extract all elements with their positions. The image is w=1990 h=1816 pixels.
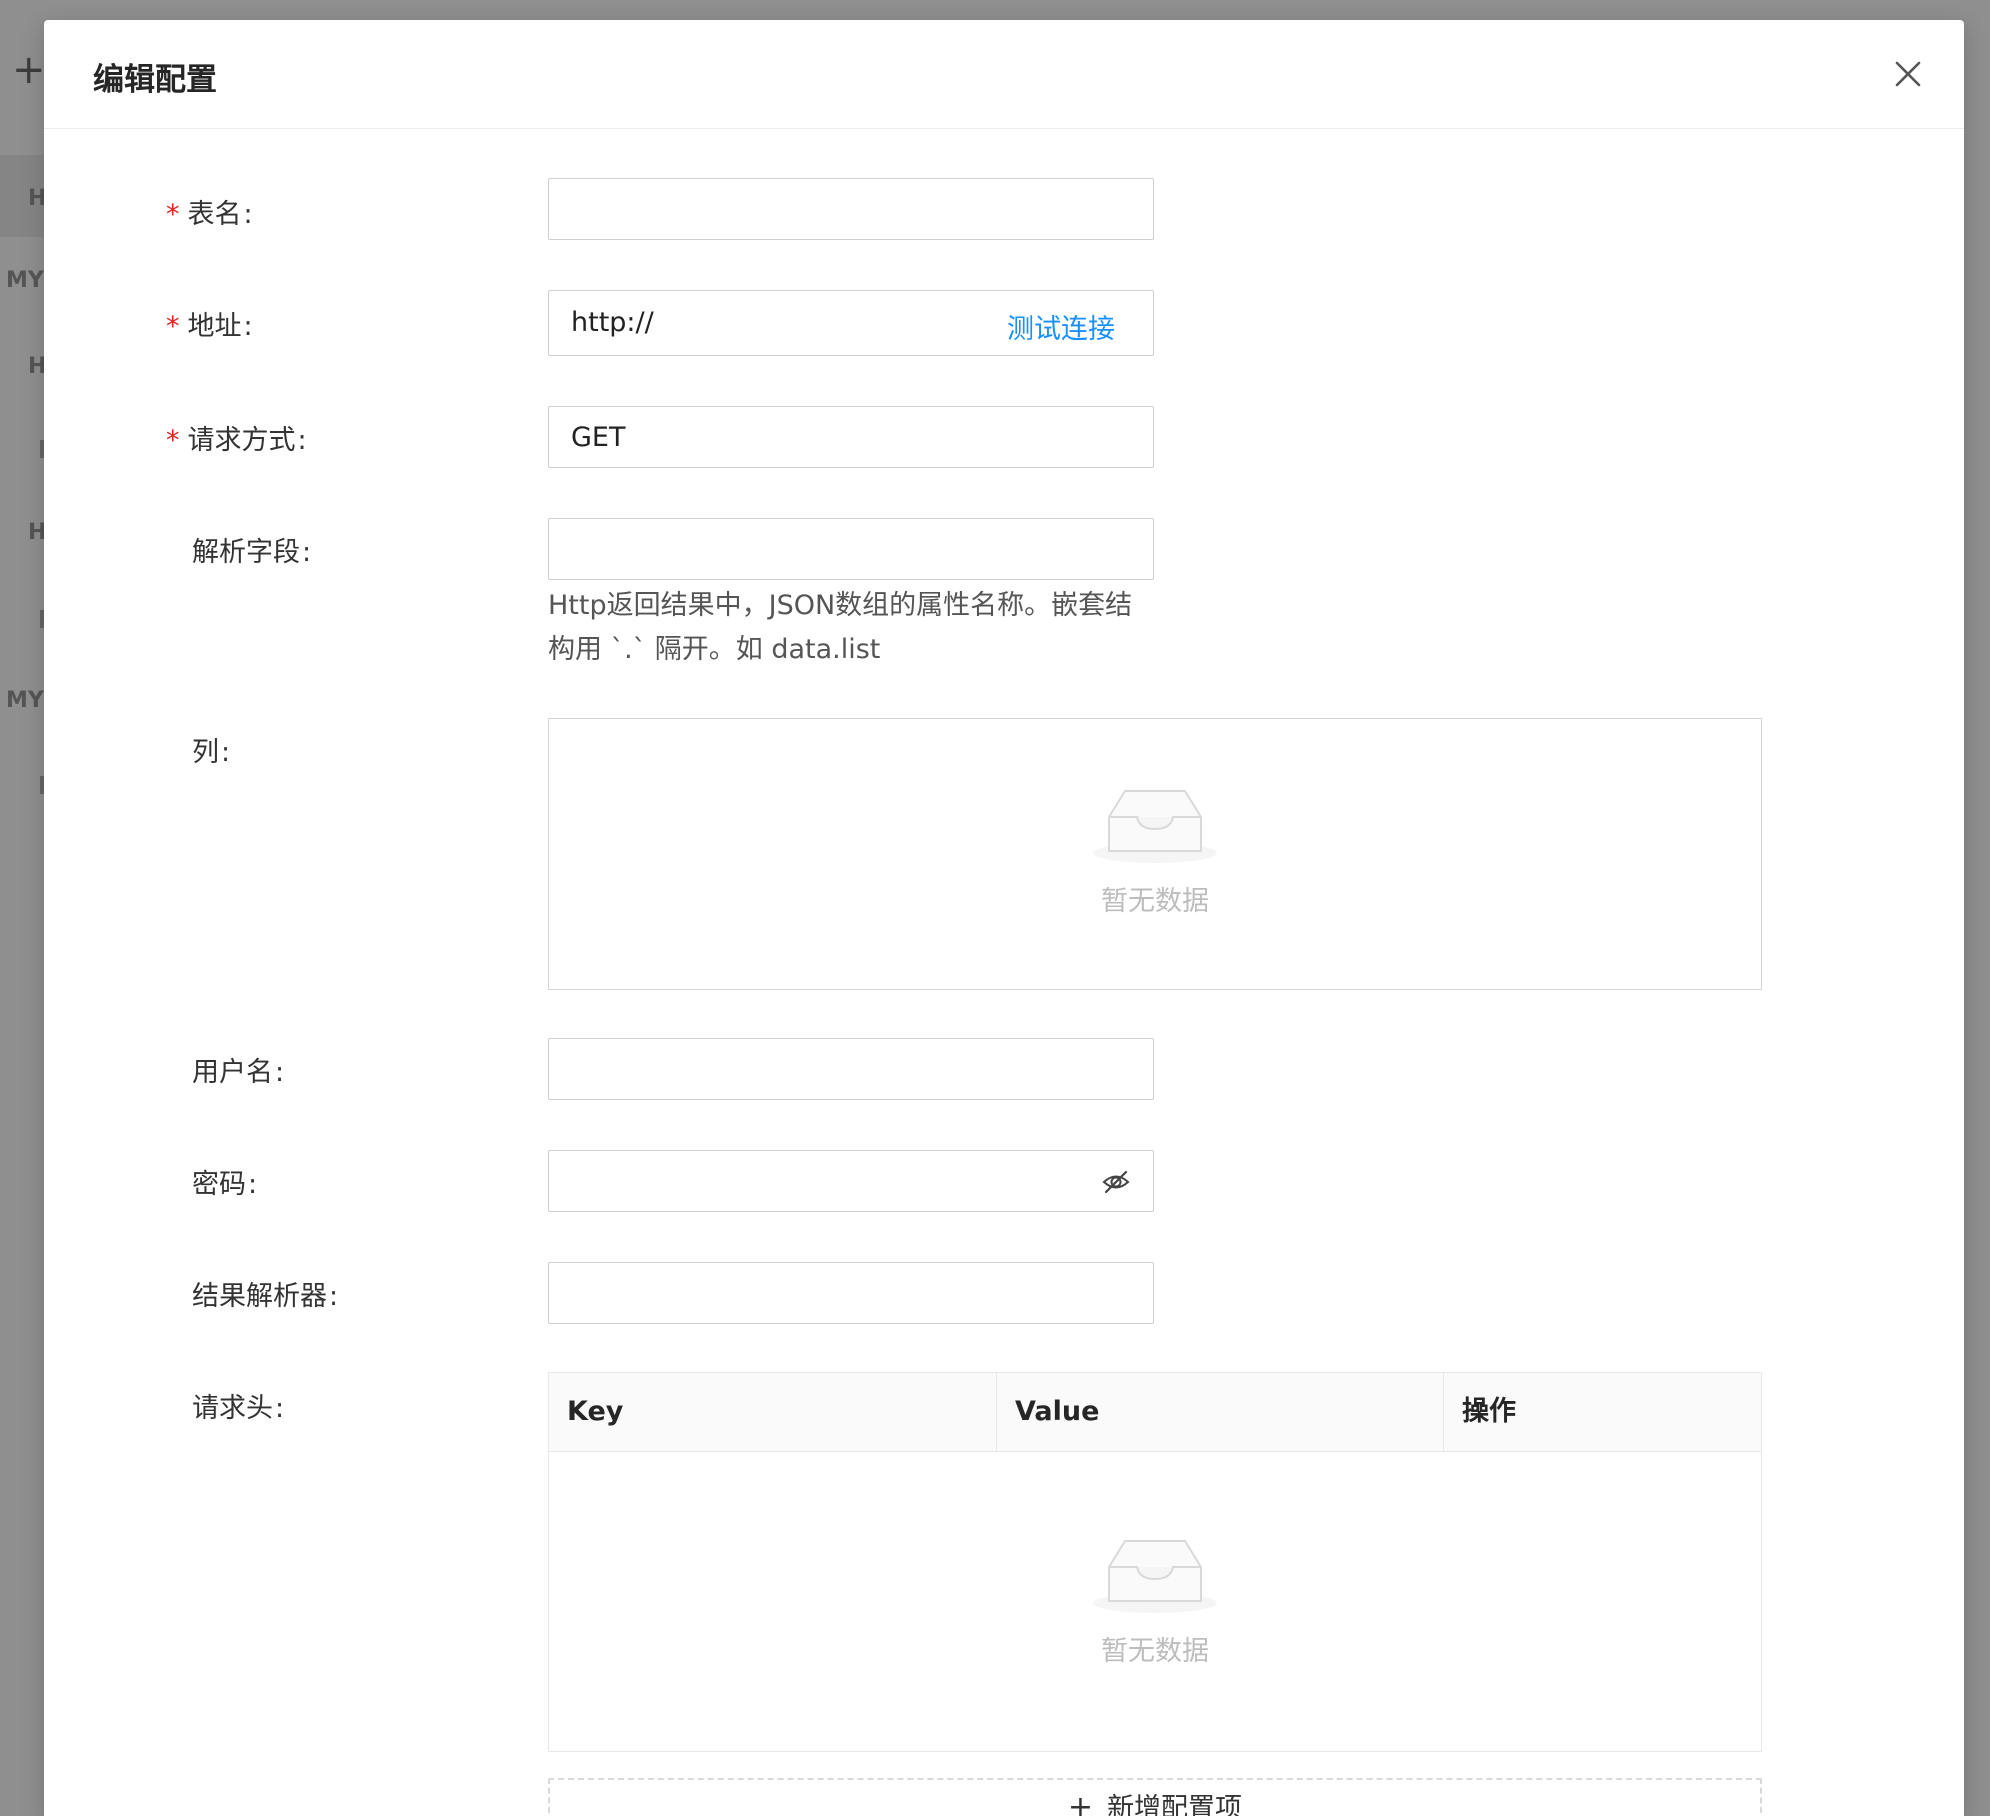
- columns-empty-panel: 暂无数据: [548, 718, 1762, 990]
- table-name-label: * 表名:: [166, 199, 253, 230]
- password-label: 密码:: [192, 1169, 258, 1200]
- empty-state: 暂无数据: [549, 1531, 1761, 1668]
- method-label-text: 请求方式: [187, 425, 296, 456]
- required-mark: *: [166, 311, 180, 342]
- background-label: MY: [6, 688, 44, 713]
- column-header-actions: 操作: [1443, 1373, 1761, 1451]
- add-config-item-button[interactable]: + 新增配置项: [548, 1778, 1762, 1816]
- modal-title: 编辑配置: [93, 62, 217, 98]
- empty-inbox-icon: [1093, 790, 1217, 863]
- column-header-key: Key: [567, 1396, 624, 1427]
- username-input[interactable]: [548, 1038, 1154, 1100]
- parse-field-help: Http返回结果中，JSON数组的属性名称。嵌套结 构用 `.` 隔开。如 da…: [548, 584, 1158, 672]
- parse-field-label: 解析字段:: [192, 537, 312, 568]
- table-name-label-text: 表名: [187, 199, 242, 230]
- parse-field-input[interactable]: [548, 518, 1154, 580]
- columns-label: 列:: [192, 737, 231, 768]
- address-label: * 地址:: [166, 311, 253, 342]
- table-header: Key Value 操作: [549, 1373, 1761, 1452]
- background-label: MY: [6, 268, 44, 293]
- table-name-input[interactable]: [548, 178, 1154, 240]
- result-parser-label-text: 结果解析器: [192, 1281, 327, 1312]
- columns-label-text: 列: [192, 737, 219, 768]
- method-select[interactable]: GET: [548, 406, 1154, 468]
- plus-icon: +: [1067, 1790, 1094, 1816]
- username-label: 用户名:: [192, 1057, 285, 1088]
- parse-field-help-line: 构用 `.` 隔开。如 data.list: [548, 634, 881, 665]
- headers-label: 请求头:: [192, 1393, 285, 1424]
- address-label-text: 地址: [187, 311, 242, 342]
- required-mark: *: [166, 199, 180, 230]
- empty-inbox-icon: [1093, 1540, 1217, 1613]
- close-icon: [1895, 61, 1921, 87]
- address-input[interactable]: http:// 测试连接: [548, 290, 1154, 356]
- result-parser-label: 结果解析器:: [192, 1281, 339, 1312]
- background-add-icon: +: [12, 47, 46, 93]
- required-mark: *: [166, 425, 180, 456]
- empty-text: 暂无数据: [1101, 1636, 1209, 1667]
- address-value: http://: [571, 307, 654, 338]
- headers-label-text: 请求头: [192, 1393, 273, 1424]
- method-value: GET: [571, 422, 626, 453]
- eye-invisible-icon[interactable]: [1101, 1167, 1131, 1197]
- empty-state: 暂无数据: [549, 781, 1761, 918]
- column-header-value: Value: [996, 1373, 1443, 1451]
- add-config-item-label: 新增配置项: [1107, 1793, 1243, 1816]
- result-parser-input[interactable]: [548, 1262, 1154, 1324]
- password-input[interactable]: [548, 1150, 1154, 1212]
- test-connection-link[interactable]: 测试连接: [1007, 307, 1115, 346]
- edit-config-modal: 编辑配置 * 表名: * 地址: http:// 测试连接 * 请求方式: GET 解…: [44, 20, 1964, 1816]
- method-label: * 请求方式:: [166, 425, 307, 456]
- password-label-text: 密码: [192, 1169, 246, 1200]
- empty-text: 暂无数据: [1101, 886, 1209, 917]
- modal-header: 编辑配置: [44, 20, 1964, 129]
- parse-field-label-text: 解析字段: [192, 537, 300, 568]
- close-button[interactable]: [1890, 56, 1926, 92]
- parse-field-help-line: Http返回结果中，JSON数组的属性名称。嵌套结: [548, 590, 1133, 621]
- headers-table: Key Value 操作 暂无数据: [548, 1372, 1762, 1752]
- username-label-text: 用户名: [192, 1057, 273, 1088]
